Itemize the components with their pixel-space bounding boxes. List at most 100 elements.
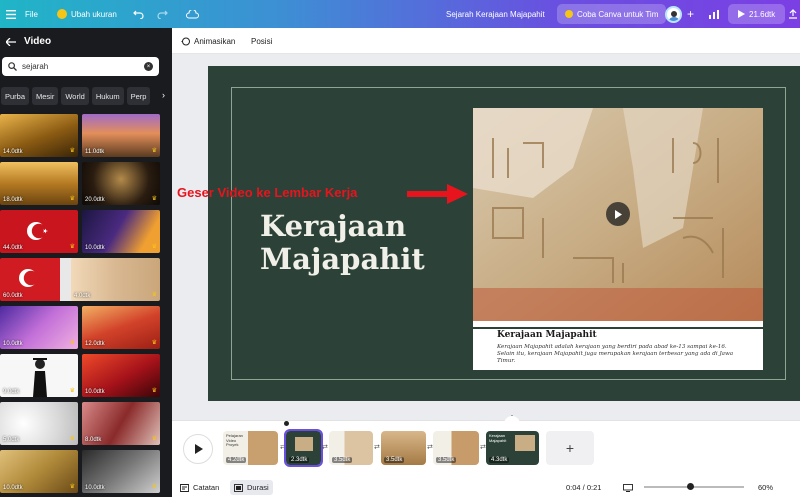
chip-hukum[interactable]: Hukum — [91, 87, 124, 105]
crown-icon: ♛ — [69, 484, 75, 490]
duration-button[interactable]: Durasi — [230, 480, 273, 495]
resize-label: Ubah ukuran — [71, 9, 117, 19]
video-thumb[interactable]: 10.0dtk ♛ — [82, 354, 160, 397]
video-thumb[interactable]: 44.0dtk ♛ — [0, 210, 78, 253]
add-clip-label: + — [565, 440, 575, 456]
timeline-clip[interactable]: 3.5dtk — [381, 431, 426, 465]
clear-icon[interactable]: × — [144, 62, 153, 71]
video-thumb[interactable]: 60.0dtk — [0, 258, 78, 301]
timeline-clip[interactable]: Pelajaran Video Proyek 4.2dtk — [223, 431, 278, 465]
try-team-label: Coba Canva untuk Tim — [577, 9, 659, 19]
search-icon — [8, 62, 17, 71]
video-duration: 10.0dtk — [85, 389, 105, 395]
clip-thumb-image — [515, 435, 535, 451]
crown-icon: ♛ — [151, 436, 157, 442]
timeline-clip-selected[interactable]: 2.3dtk — [284, 429, 323, 467]
video-thumb[interactable]: 10.0dtk ♛ — [82, 210, 160, 253]
position-button[interactable]: Posisi — [251, 28, 272, 54]
avatar[interactable] — [665, 0, 682, 28]
clip-duration: 3.5dtk — [384, 457, 405, 463]
video-duration: 60.0dtk — [3, 293, 23, 299]
editor-toolbar: Animasikan Posisi — [172, 28, 800, 54]
zoom-level[interactable]: 60% — [758, 478, 773, 497]
video-thumb[interactable]: 10.0dtk ♛ — [82, 450, 160, 493]
transition-icon[interactable]: ⇄ — [480, 443, 486, 451]
transition-icon[interactable]: ⇄ — [427, 443, 433, 451]
caption-box[interactable]: Kerajaan Majapahit Kerajaan Majapahit ad… — [473, 321, 763, 370]
chip-perp[interactable]: Perp — [126, 87, 151, 105]
play-duration: 21.6dtk — [749, 9, 776, 19]
chevron-right-icon[interactable]: › — [162, 90, 165, 100]
clip-duration: 4.2dtk — [226, 457, 247, 463]
notes-button[interactable]: Catatan — [180, 478, 219, 497]
crown-icon: ♛ — [151, 292, 157, 298]
search-input[interactable]: sejarah × — [2, 57, 159, 76]
file-menu[interactable]: File — [25, 0, 38, 28]
animate-button[interactable]: Animasikan — [181, 28, 235, 54]
video-duration: 20.0dtk — [85, 197, 105, 203]
add-clip-button[interactable]: + — [546, 431, 594, 465]
video-duration: 10.0dtk — [3, 485, 23, 491]
chip-world[interactable]: World — [61, 87, 89, 105]
crown-icon: ♛ — [69, 388, 75, 394]
video-thumb[interactable]: 5.0dtk ♛ — [0, 402, 78, 445]
transition-icon[interactable]: ⇄ — [374, 443, 380, 451]
chip-purba[interactable]: Purba — [1, 87, 30, 105]
crown-icon: ♛ — [69, 148, 75, 154]
document-title[interactable]: Sejarah Kerajaan Majapahit — [446, 0, 545, 28]
add-member-button[interactable]: + — [687, 0, 694, 28]
upload-icon[interactable] — [788, 0, 798, 28]
hamburger-icon[interactable] — [6, 0, 16, 28]
resize-button[interactable]: Ubah ukuran — [57, 0, 117, 28]
transition-icon[interactable]: ⇄ — [322, 443, 328, 451]
present-button[interactable]: 21.6dtk — [728, 4, 786, 24]
video-thumb[interactable]: 10.0dtk ♛ — [0, 306, 78, 349]
playhead[interactable] — [284, 421, 289, 426]
crown-icon: ♛ — [69, 340, 75, 346]
clip-thumb-image — [295, 437, 313, 451]
timeline-clip[interactable]: Kerajaan Majapahit 4.3dtk — [486, 431, 539, 465]
video-duration: 4.0dtk — [74, 293, 91, 299]
video-duration: 10.0dtk — [85, 245, 105, 251]
video-thumb[interactable]: 4.0dtk ♛ — [71, 258, 160, 301]
crown-icon — [565, 10, 573, 18]
crown-icon: ♛ — [151, 484, 157, 490]
redo-icon[interactable] — [157, 0, 168, 28]
undo-icon[interactable] — [133, 0, 144, 28]
duration-icon — [234, 483, 243, 492]
crown-icon — [57, 9, 67, 19]
clip-duration: 3.5dtk — [332, 457, 353, 463]
transition-icon[interactable]: ⇄ — [280, 443, 286, 451]
video-thumb[interactable]: 12.0dtk ♛ — [82, 306, 160, 349]
try-team-button[interactable]: Coba Canva untuk Tim — [557, 4, 667, 24]
play-icon — [738, 10, 745, 18]
video-thumb[interactable]: 8.0dtk ♛ — [82, 402, 160, 445]
video-thumb[interactable]: 20.0dtk ♛ — [82, 162, 160, 205]
arrow-left-icon[interactable] — [6, 37, 16, 46]
crown-icon: ♛ — [69, 436, 75, 442]
video-thumb[interactable]: 18.0dtk ♛ — [0, 162, 78, 205]
screen-icon[interactable] — [623, 478, 633, 497]
video-thumb[interactable]: 10.0dtk ♛ — [0, 450, 78, 493]
cloud-sync-icon[interactable] — [186, 0, 199, 28]
timeline-play-button[interactable] — [183, 434, 213, 464]
play-icon — [615, 209, 622, 219]
timeline-clip[interactable]: 3.5dtk — [329, 431, 373, 465]
video-play-button[interactable] — [606, 202, 630, 226]
top-bar: File Ubah ukuran Sejarah Kerajaan Majapa… — [0, 0, 800, 28]
animate-label: Animasikan — [194, 36, 236, 46]
zoom-slider[interactable] — [644, 483, 744, 490]
timeline-clip[interactable]: 3.5dtk — [433, 431, 479, 465]
video-duration: 5.0dtk — [3, 437, 20, 443]
bar-chart-icon[interactable] — [709, 0, 719, 28]
caption-title: Kerajaan Majapahit — [497, 330, 597, 340]
chip-mesir[interactable]: Mesir — [32, 87, 59, 105]
video-thumb[interactable]: 11.0dtk ♛ — [82, 114, 160, 157]
video-duration: 44.0dtk — [3, 245, 23, 251]
canva-editor: File Ubah ukuran Sejarah Kerajaan Majapa… — [0, 0, 800, 497]
position-label: Posisi — [251, 36, 273, 46]
video-thumb[interactable]: 14.0dtk ♛ — [0, 114, 78, 157]
video-duration: 8.0dtk — [85, 437, 102, 443]
video-thumb[interactable]: 9.0dtk ♛ — [0, 354, 78, 397]
slide-title[interactable]: Kerajaan Majapahit — [260, 210, 450, 276]
